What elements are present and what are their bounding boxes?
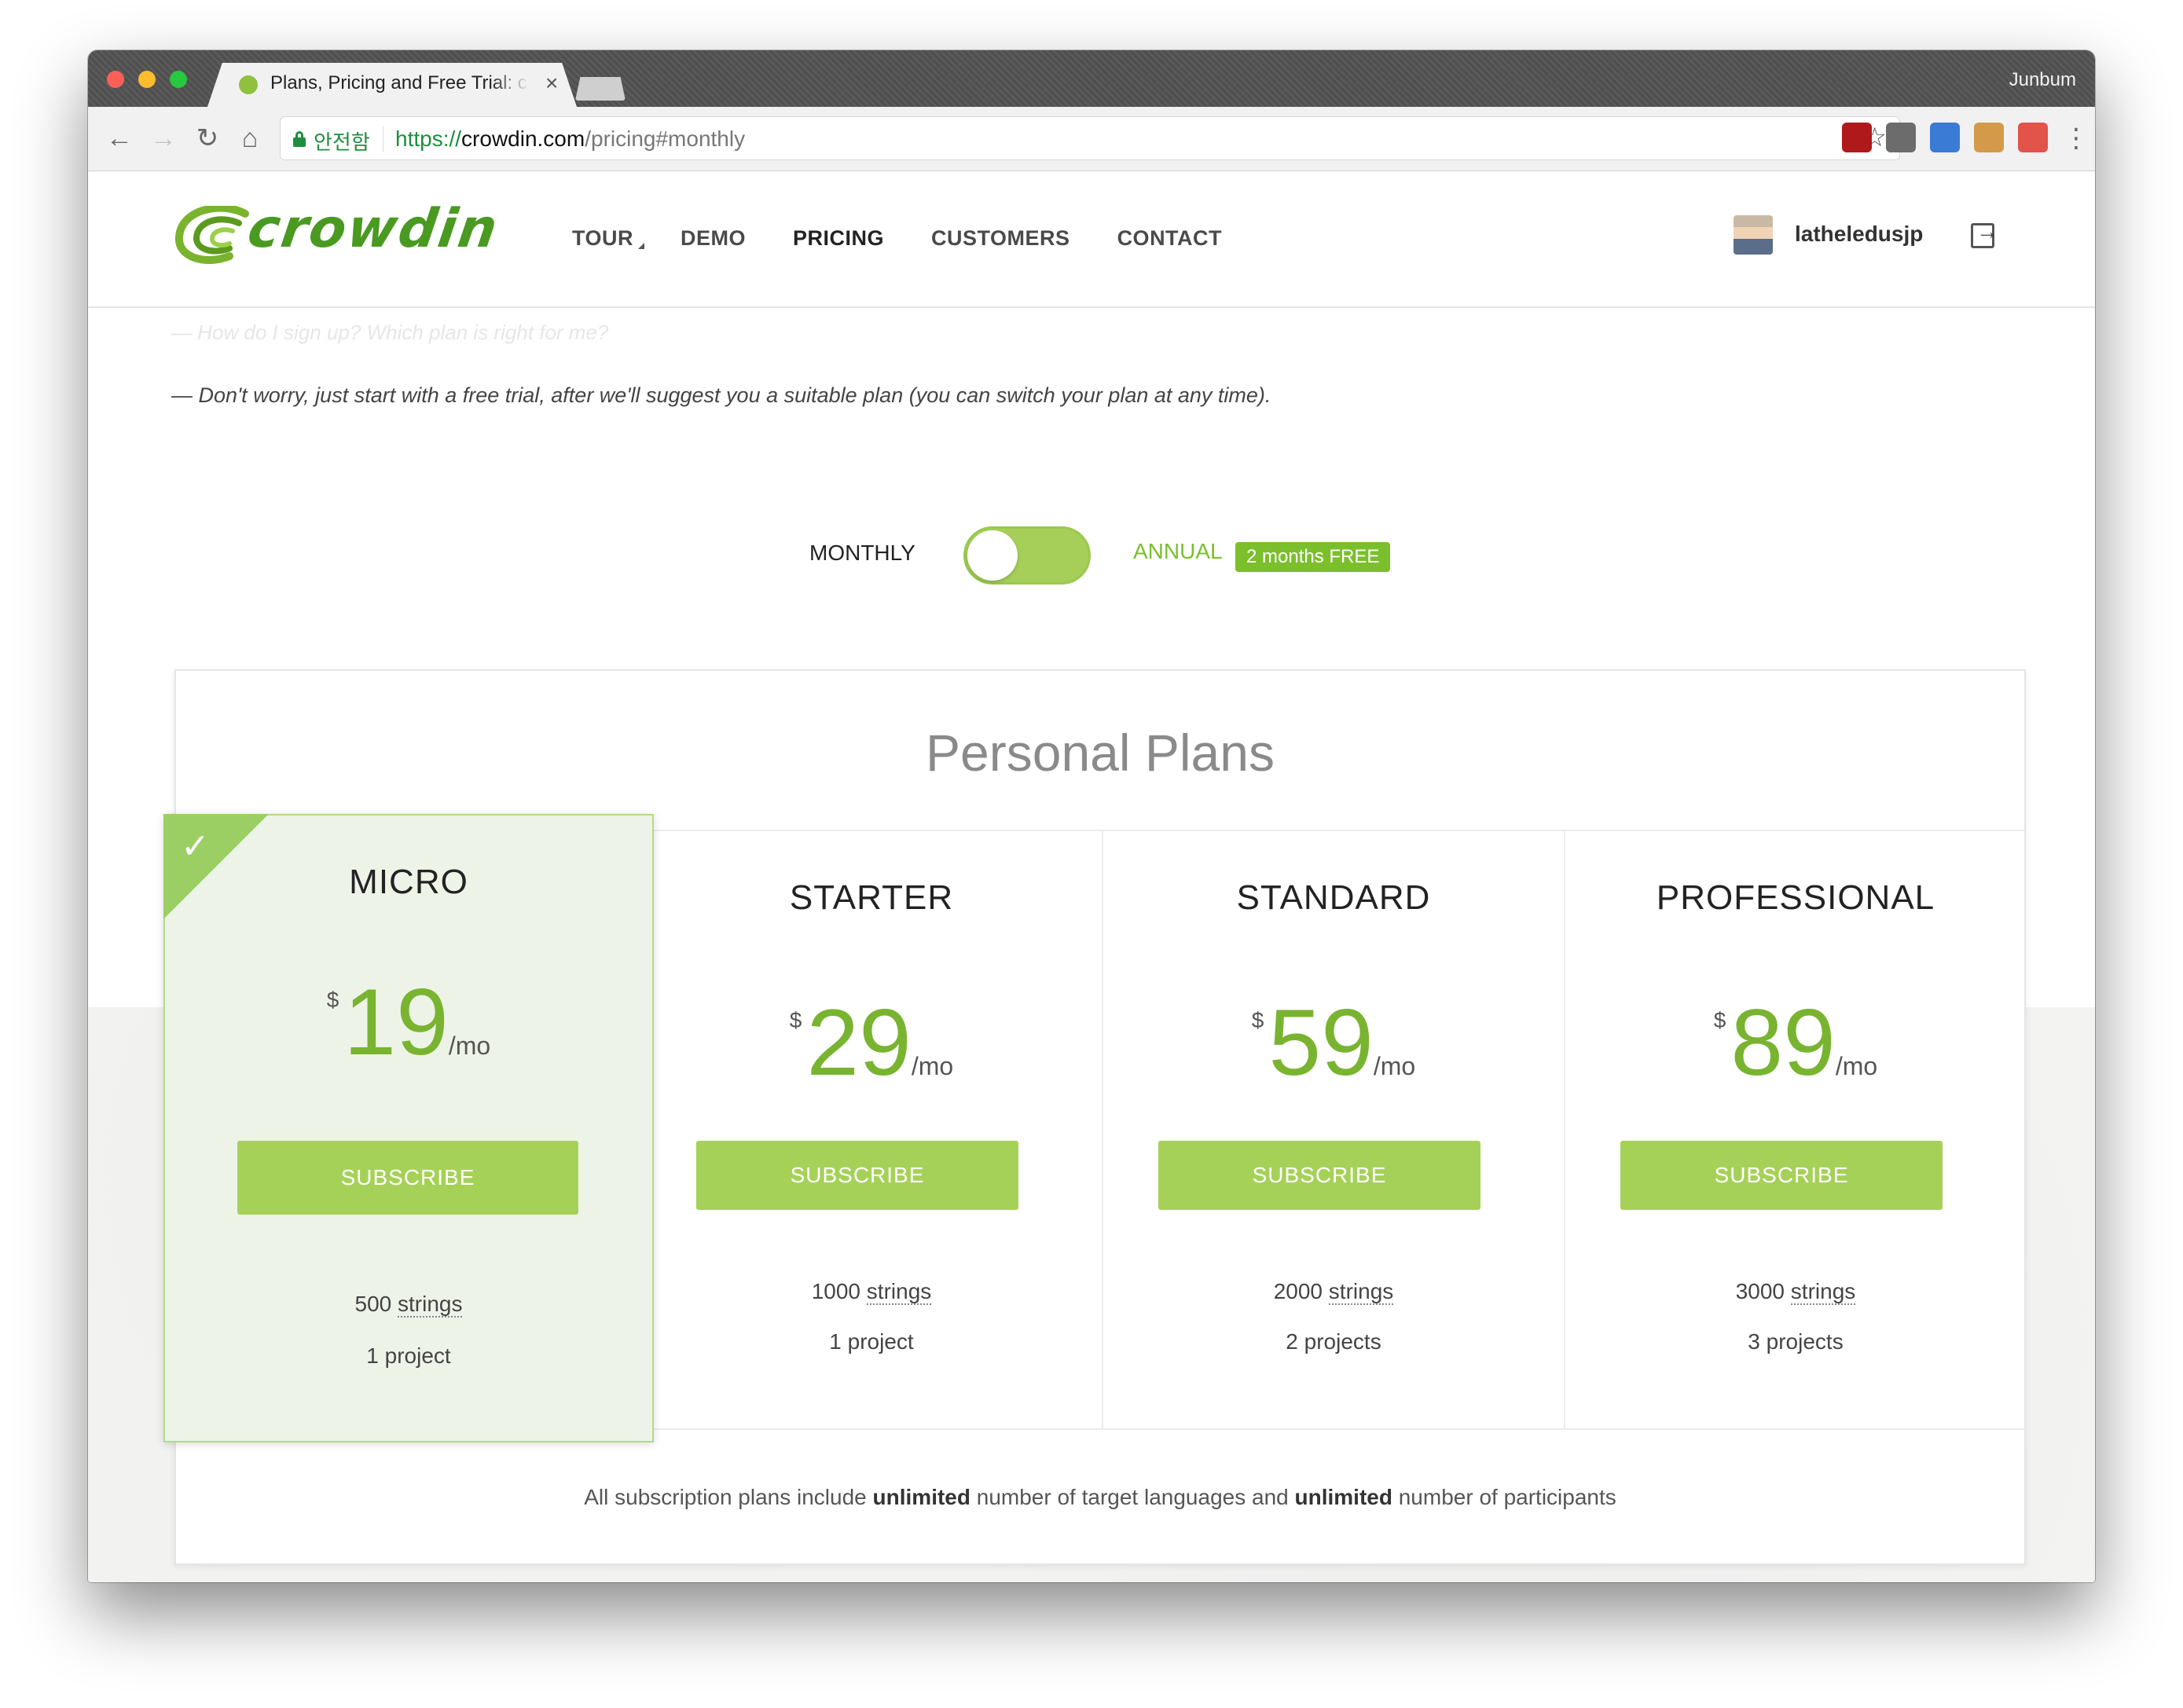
tab-strip: Plans, Pricing and Free Trial: c × Junbu… [88, 50, 2095, 107]
pacman-extension-icon[interactable] [2018, 123, 2048, 152]
lightbulb-extension-icon[interactable] [1886, 123, 1916, 152]
plan-strings: 2000 strings [1273, 1279, 1394, 1305]
plan-price: $59/mo [1251, 990, 1416, 1095]
site-header: crowdin TOUR DEMO PRICING CUSTOMERS CONT… [88, 171, 2095, 308]
zoom-window-button[interactable] [170, 71, 187, 88]
back-icon[interactable]: ← [102, 121, 137, 156]
user-name[interactable]: latheledusjp [1795, 222, 1923, 247]
plan-projects: 1 project [366, 1343, 451, 1368]
faq-question: — How do I sign up? Which plan is right … [171, 321, 609, 344]
screenshot-stage: Plans, Pricing and Free Trial: c × Junbu… [0, 0, 2183, 1708]
crowdin-favicon-icon [239, 75, 258, 94]
ublock-extension-icon[interactable] [1842, 123, 1872, 152]
address-bar[interactable]: 안전함 https://crowdin.com/pricing#monthly … [280, 116, 1900, 160]
secure-label: 안전함 [314, 130, 370, 154]
nav-customers[interactable]: CUSTOMERS [931, 226, 1070, 251]
home-icon[interactable]: ⌂ [233, 121, 267, 156]
nav-tour[interactable]: TOUR [572, 226, 645, 251]
subscribe-button[interactable]: SUBSCRIBE [1620, 1141, 1943, 1210]
page-content: crowdin TOUR DEMO PRICING CUSTOMERS CONT… [88, 171, 2095, 1582]
browser-profile-name[interactable]: Junbum [2009, 69, 2076, 91]
plan-starter: STARTER $29/mo SUBSCRIBE 1000 strings 1 … [640, 831, 1102, 1428]
toggle-knob [967, 530, 1018, 581]
tab-close-icon[interactable]: × [545, 71, 558, 96]
cookie-extension-icon[interactable] [1974, 123, 2004, 152]
plan-price: $89/mo [1713, 990, 1878, 1095]
plan-name: STARTER [789, 878, 954, 917]
plan-micro: ✓ MICRO $19/mo SUBSCRIBE 500 strings 1 p… [163, 814, 654, 1442]
plan-price: $29/mo [789, 990, 954, 1095]
forward-icon[interactable]: → [146, 121, 181, 156]
globe-extension-icon[interactable] [1930, 123, 1960, 152]
lock-icon [293, 131, 306, 147]
billing-annual-label[interactable]: ANNUAL [1133, 539, 1223, 564]
personal-plans-card: Personal Plans PROFESSIONAL $89/mo SUBSC… [163, 669, 2026, 1565]
plan-projects: 2 projects [1286, 1329, 1381, 1354]
main-nav: TOUR DEMO PRICING CUSTOMERS CONTACT [572, 226, 1269, 251]
nav-demo[interactable]: DEMO [681, 226, 746, 251]
plan-name: MICRO [349, 863, 468, 901]
faq-answer: — Don't worry, just start with a free tr… [171, 383, 1271, 407]
plan-name: STANDARD [1236, 878, 1431, 917]
plan-projects: 3 projects [1748, 1329, 1844, 1354]
annual-discount-badge: 2 months FREE [1235, 542, 1391, 572]
close-window-button[interactable] [107, 71, 124, 88]
plan-standard: STANDARD $59/mo SUBSCRIBE 2000 strings 2… [1102, 831, 1564, 1428]
new-tab-button[interactable] [575, 77, 626, 101]
subscribe-button[interactable]: SUBSCRIBE [1158, 1141, 1480, 1210]
tour-caret-icon [638, 243, 645, 249]
browser-tab-active[interactable]: Plans, Pricing and Free Trial: c × [207, 63, 577, 107]
plan-price: $19/mo [326, 969, 491, 1075]
logo-wordmark: crowdin [244, 198, 503, 260]
billing-period-toggle[interactable] [963, 526, 1091, 585]
browser-window: Plans, Pricing and Free Trial: c × Junbu… [88, 50, 2095, 1582]
browser-menu-icon[interactable]: ⋮ [2059, 121, 2093, 156]
url-text[interactable]: https://crowdin.com/pricing#monthly [395, 126, 745, 152]
plan-strings: 3000 strings [1735, 1279, 1856, 1305]
crowdin-logo[interactable]: crowdin [174, 198, 528, 266]
plans-footer-note: All subscription plans include unlimited… [584, 1485, 1616, 1509]
plan-name: PROFESSIONAL [1656, 878, 1935, 917]
avatar[interactable] [1734, 215, 1773, 255]
checkmark-icon: ✓ [181, 827, 210, 866]
plans-heading: Personal Plans [926, 724, 1275, 782]
minimize-window-button[interactable] [138, 71, 156, 88]
billing-monthly-label[interactable]: MONTHLY [809, 541, 915, 566]
plan-strings: 1000 strings [811, 1279, 932, 1305]
nav-pricing[interactable]: PRICING [793, 226, 884, 251]
plan-professional: PROFESSIONAL $89/mo SUBSCRIBE 3000 strin… [1564, 831, 2026, 1428]
subscribe-button[interactable]: SUBSCRIBE [237, 1141, 578, 1215]
plan-strings: 500 strings [354, 1292, 463, 1318]
nav-contact[interactable]: CONTACT [1117, 226, 1222, 251]
plan-projects: 1 project [829, 1329, 914, 1354]
tab-title: Plans, Pricing and Free Trial: c [270, 72, 527, 93]
reload-icon[interactable]: ↻ [190, 121, 225, 156]
subscribe-button[interactable]: SUBSCRIBE [696, 1141, 1018, 1210]
logout-icon[interactable] [1971, 219, 1998, 248]
browser-toolbar: ← → ↻ ⌂ 안전함 https://crowdin.com/pricing#… [88, 107, 2095, 171]
